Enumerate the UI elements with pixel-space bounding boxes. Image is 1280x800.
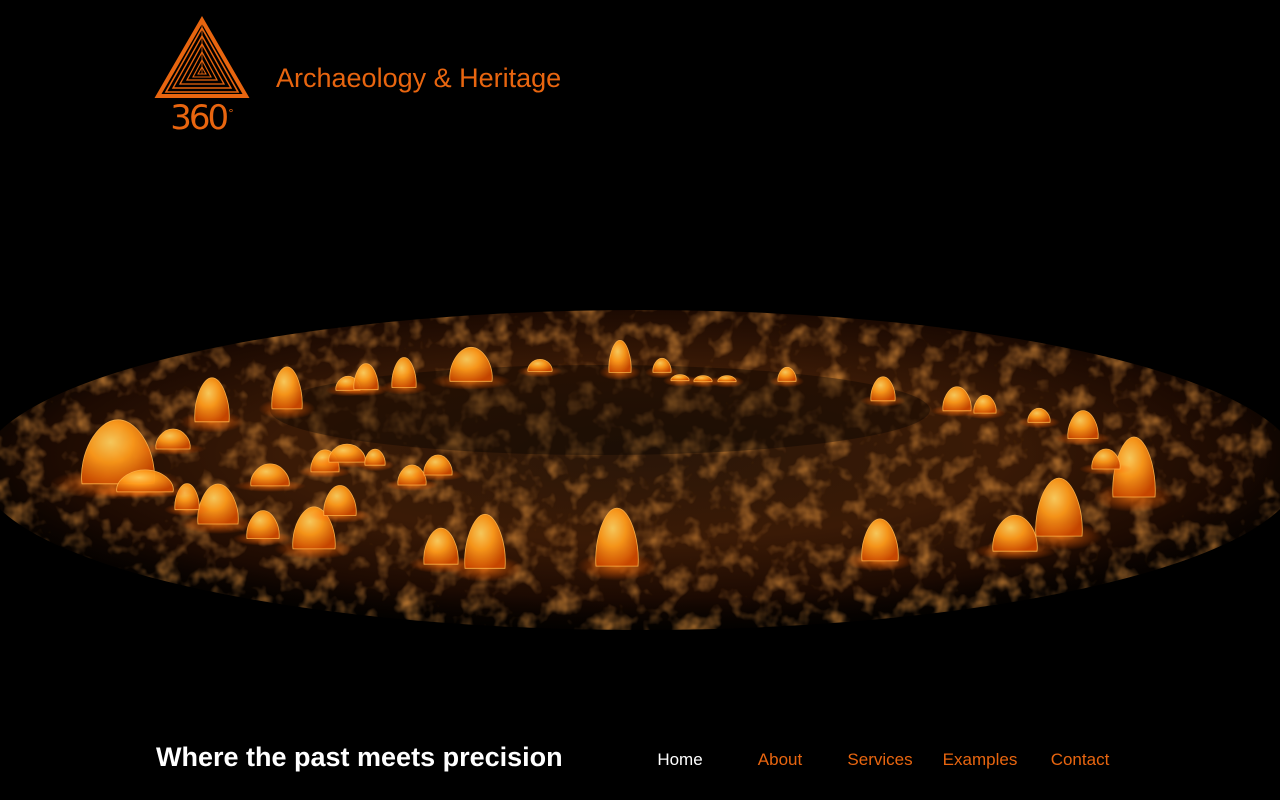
hero-image	[0, 310, 1280, 630]
layered-triangle-icon	[154, 16, 250, 98]
nav-about[interactable]: About	[730, 749, 830, 771]
nav-services[interactable]: Services	[830, 749, 930, 771]
tagline: Where the past meets precision	[156, 742, 563, 772]
page: 360 ° Archaeology & Heritage Where the p…	[0, 0, 1280, 800]
logo-degree: °	[228, 107, 234, 120]
nav-examples[interactable]: Examples	[930, 749, 1030, 771]
site-title: Archaeology & Heritage	[276, 63, 562, 93]
nav-home[interactable]: Home	[630, 749, 730, 771]
logo-link[interactable]: 360 °	[154, 16, 250, 144]
nav-contact[interactable]: Contact	[1030, 749, 1130, 771]
logo-text: 360 °	[170, 98, 234, 138]
